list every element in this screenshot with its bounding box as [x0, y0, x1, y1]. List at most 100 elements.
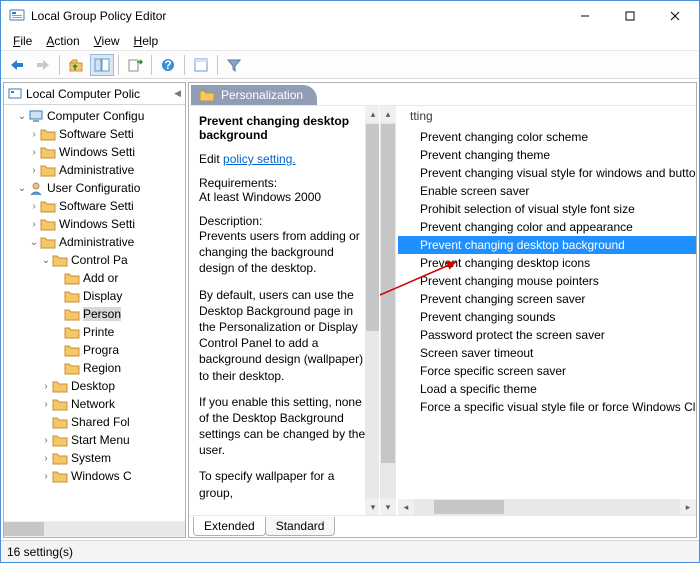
tree-header-label: Local Computer Polic [26, 87, 140, 101]
chevron-right-icon[interactable]: › [40, 471, 52, 482]
tree-item[interactable]: ⌄Computer Configu [4, 107, 185, 125]
list-item[interactable]: Prevent changing theme [398, 146, 696, 164]
chevron-up-icon[interactable]: ▴ [380, 106, 396, 122]
tree-item[interactable]: › System [4, 449, 185, 467]
folder-icon [64, 343, 80, 357]
tree-item[interactable]: ⌄ Administrative [4, 233, 185, 251]
list-item[interactable]: Prevent changing screen saver [398, 290, 696, 308]
chevron-right-icon[interactable]: › [28, 165, 40, 176]
up-button[interactable] [64, 54, 88, 76]
folder-icon [40, 199, 56, 213]
menu-file[interactable]: File [7, 33, 38, 49]
edit-policy-line: Edit policy setting. [199, 152, 371, 166]
tree-item-label: Software Setti [59, 199, 134, 213]
tree-item[interactable]: ›Desktop [4, 377, 185, 395]
tree-item[interactable]: ⌄Control Pa [4, 251, 185, 269]
description-vertical-scrollbar[interactable]: ▴ ▾ [365, 106, 379, 515]
menu-action[interactable]: Action [40, 33, 85, 49]
list-item[interactable]: Password protect the screen saver [398, 326, 696, 344]
tree-header[interactable]: Local Computer Polic ◀ [4, 83, 185, 105]
chevron-down-icon[interactable]: ⌄ [16, 111, 28, 122]
filter-button[interactable] [222, 54, 246, 76]
tree-item[interactable]: Progra [4, 341, 185, 359]
menu-view[interactable]: View [88, 33, 126, 49]
chevron-up-icon[interactable]: ▴ [365, 106, 379, 122]
tree-item-label: Display [83, 289, 122, 303]
minimize-button[interactable] [562, 1, 607, 31]
maximize-button[interactable] [607, 1, 652, 31]
list-item[interactable]: Screen saver timeout [398, 344, 696, 362]
chevron-down-icon[interactable]: ⌄ [28, 237, 40, 248]
back-button[interactable] [5, 54, 29, 76]
list-item[interactable]: Prevent changing color and appearance [398, 218, 696, 236]
tree-item[interactable]: ⌄User Configuratio [4, 179, 185, 197]
chevron-right-icon[interactable]: › [40, 399, 52, 410]
tab-extended[interactable]: Extended [193, 517, 266, 536]
list-item[interactable]: Force a specific visual style file or fo… [398, 398, 696, 416]
tree-item[interactable]: ›Start Menu [4, 431, 185, 449]
close-button[interactable] [652, 1, 697, 31]
tree-item-label: Add or [83, 271, 118, 285]
tree-item[interactable]: ›Software Setti [4, 125, 185, 143]
chevron-right-icon[interactable]: › [40, 453, 52, 464]
chevron-left-icon[interactable]: ◂ [398, 499, 414, 515]
list-item[interactable]: Prevent changing desktop icons [398, 254, 696, 272]
chevron-right-icon[interactable]: › [28, 129, 40, 140]
tree-body[interactable]: ⌄Computer Configu › Software Setti ›Windows… [4, 105, 185, 521]
chevron-right-icon[interactable]: › [28, 201, 40, 212]
folder-icon [52, 433, 68, 447]
content-area: Local Computer Polic ◀ ⌄Computer Configu… [1, 79, 699, 540]
list-item[interactable]: Prevent changing desktop background [398, 236, 696, 254]
tab-standard[interactable]: Standard [265, 517, 336, 536]
list-column-header[interactable]: tting [398, 106, 696, 126]
window-titlebar: Local Group Policy Editor [1, 1, 699, 31]
chevron-down-icon[interactable]: ▾ [380, 499, 396, 515]
tree-horizontal-scrollbar[interactable] [4, 521, 185, 537]
list-item[interactable]: Prohibit selection of visual style font … [398, 200, 696, 218]
chevron-right-icon[interactable]: › [28, 219, 40, 230]
show-tree-button[interactable] [90, 54, 114, 76]
tree-item[interactable]: ›Windows Setti [4, 215, 185, 233]
chevron-down-icon[interactable]: ⌄ [40, 255, 52, 266]
folder-icon [52, 379, 68, 393]
list-item[interactable]: Prevent changing sounds [398, 308, 696, 326]
tree-item[interactable]: ›Administrative [4, 161, 185, 179]
tree-item[interactable]: ›Windows C [4, 467, 185, 485]
chevron-right-icon[interactable]: › [40, 435, 52, 446]
tree-item[interactable]: Region [4, 359, 185, 377]
list-item[interactable]: Force specific screen saver [398, 362, 696, 380]
chevron-down-icon[interactable]: ⌄ [16, 183, 28, 194]
list-item[interactable]: Prevent changing color scheme [398, 128, 696, 146]
list-vertical-scrollbar[interactable]: ▴ ▾ [380, 106, 396, 515]
properties-button[interactable] [189, 54, 213, 76]
tree-item[interactable]: ›Network [4, 395, 185, 413]
tree-item-label: Person [83, 307, 121, 321]
list-horizontal-scrollbar[interactable]: ◂ ▸ [398, 499, 696, 515]
list-item[interactable]: Prevent changing visual style for window… [398, 164, 696, 182]
chevron-down-icon[interactable]: ▾ [365, 499, 379, 515]
edit-policy-link[interactable]: policy setting. [223, 152, 296, 166]
tree-item[interactable]: ›Windows Setti [4, 143, 185, 161]
tree-item[interactable]: Display [4, 287, 185, 305]
tree-item-label: System [71, 451, 111, 465]
chevron-right-icon[interactable]: ▸ [680, 499, 696, 515]
list-item[interactable]: Prevent changing mouse pointers [398, 272, 696, 290]
tree-item[interactable]: Person [4, 305, 185, 323]
chevron-right-icon[interactable]: › [28, 147, 40, 158]
tree-item[interactable]: Add or [4, 269, 185, 287]
help-button[interactable]: ? [156, 54, 180, 76]
export-button[interactable] [123, 54, 147, 76]
tree-item[interactable]: Shared Fol [4, 413, 185, 431]
toolbar-separator [217, 55, 218, 75]
chevron-right-icon[interactable]: › [40, 381, 52, 392]
menu-help[interactable]: Help [128, 33, 165, 49]
forward-button[interactable] [31, 54, 55, 76]
status-text: 16 setting(s) [7, 545, 73, 559]
tree-item[interactable]: Printe [4, 323, 185, 341]
list-item[interactable]: Load a specific theme [398, 380, 696, 398]
tree-item-label: Administrative [59, 235, 134, 249]
tree-item[interactable]: › Software Setti [4, 197, 185, 215]
list-item[interactable]: Enable screen saver [398, 182, 696, 200]
folder-header: Personalization [189, 83, 696, 105]
list-body[interactable]: Prevent changing color schemePrevent cha… [398, 126, 696, 418]
